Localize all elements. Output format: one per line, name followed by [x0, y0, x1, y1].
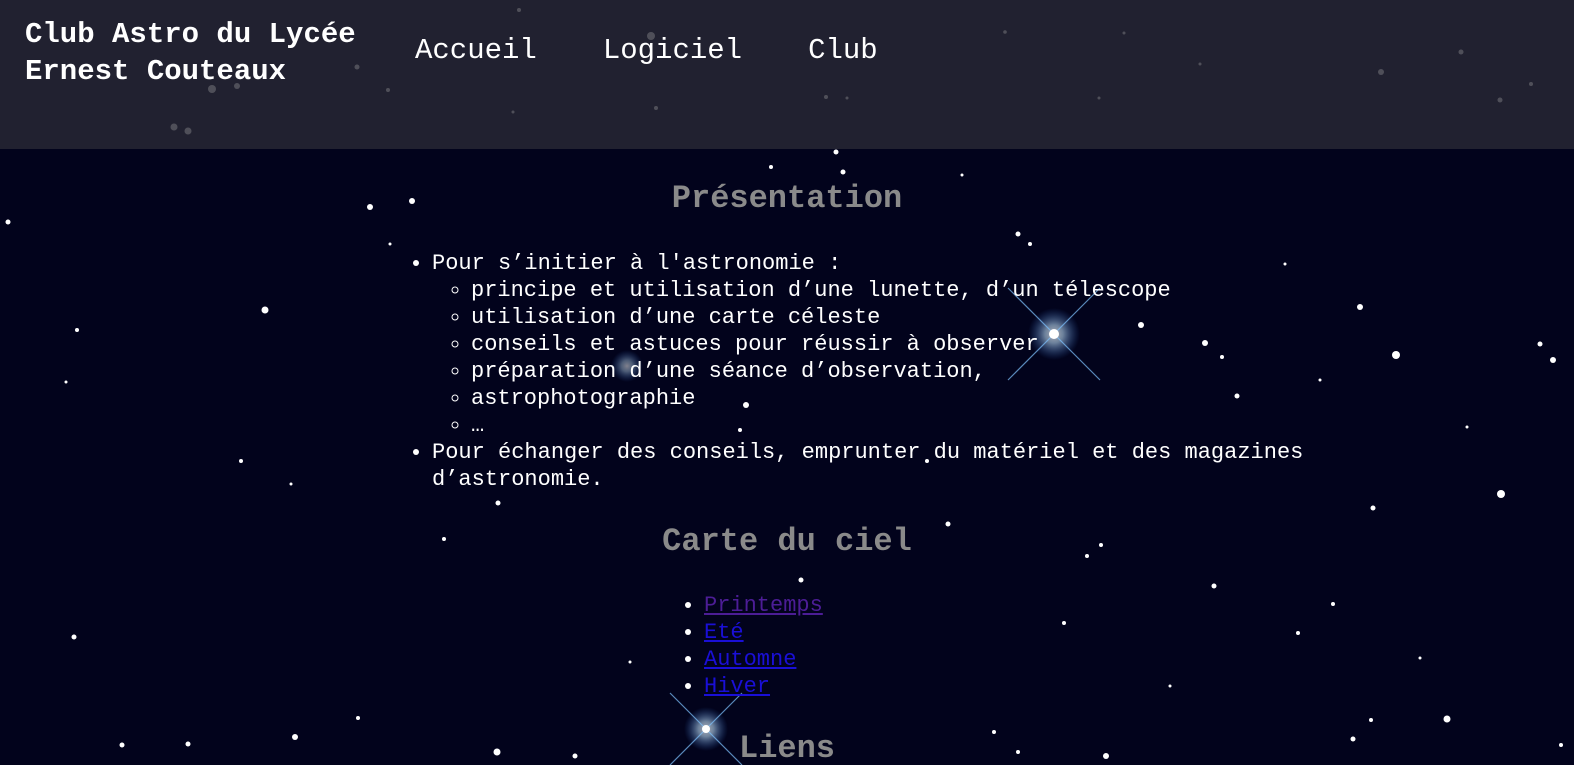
site-header: Club Astro du Lycée Ernest Couteaux Accu…: [0, 0, 1574, 149]
link-hiver[interactable]: Hiver: [704, 674, 770, 699]
site-title-line1: Club Astro du Lycée: [25, 18, 356, 51]
list-item: Hiver: [704, 673, 823, 700]
list-item: Eté: [704, 619, 823, 646]
list-item: Pour s’initier à l'astronomie : principe…: [432, 250, 1422, 439]
presentation-title: Présentation: [671, 180, 903, 217]
carte-list: Printemps Eté Automne Hiver: [684, 592, 823, 700]
presentation-sublist: principe et utilisation d’une lunette, d…: [432, 277, 1422, 439]
list-item: Automne: [704, 646, 823, 673]
nav-link-club[interactable]: Club: [808, 33, 878, 69]
nav-link-logiciel[interactable]: Logiciel: [603, 33, 742, 69]
link-automne[interactable]: Automne: [704, 647, 796, 672]
link-ete[interactable]: Eté: [704, 620, 744, 645]
link-printemps[interactable]: Printemps: [704, 593, 823, 618]
list-item: …: [471, 412, 1422, 439]
list-item: principe et utilisation d’une lunette, d…: [471, 277, 1422, 304]
presentation-item-initiation: Pour s’initier à l'astronomie :: [432, 251, 842, 276]
site-title-line2: Ernest Couteaux: [25, 55, 287, 88]
list-item: conseils et astuces pour réussir à obser…: [471, 331, 1422, 358]
list-item: utilisation d’une carte céleste: [471, 304, 1422, 331]
nav-link-accueil[interactable]: Accueil: [415, 33, 537, 69]
list-item: astrophotographie: [471, 385, 1422, 412]
liens-title: Liens: [738, 730, 835, 765]
main-content: Présentation Pour s’initier à l'astronom…: [0, 149, 1574, 765]
presentation-list: Pour s’initier à l'astronomie : principe…: [412, 250, 1422, 493]
carte-title: Carte du ciel: [662, 523, 912, 560]
site-title: Club Astro du Lycée Ernest Couteaux: [25, 16, 405, 90]
list-item: préparation d’une séance d’observation,: [471, 358, 1422, 385]
list-item: Pour échanger des conseils, emprunter du…: [432, 439, 1422, 493]
main-nav: Accueil Logiciel Club: [415, 33, 944, 69]
list-item: Printemps: [704, 592, 823, 619]
